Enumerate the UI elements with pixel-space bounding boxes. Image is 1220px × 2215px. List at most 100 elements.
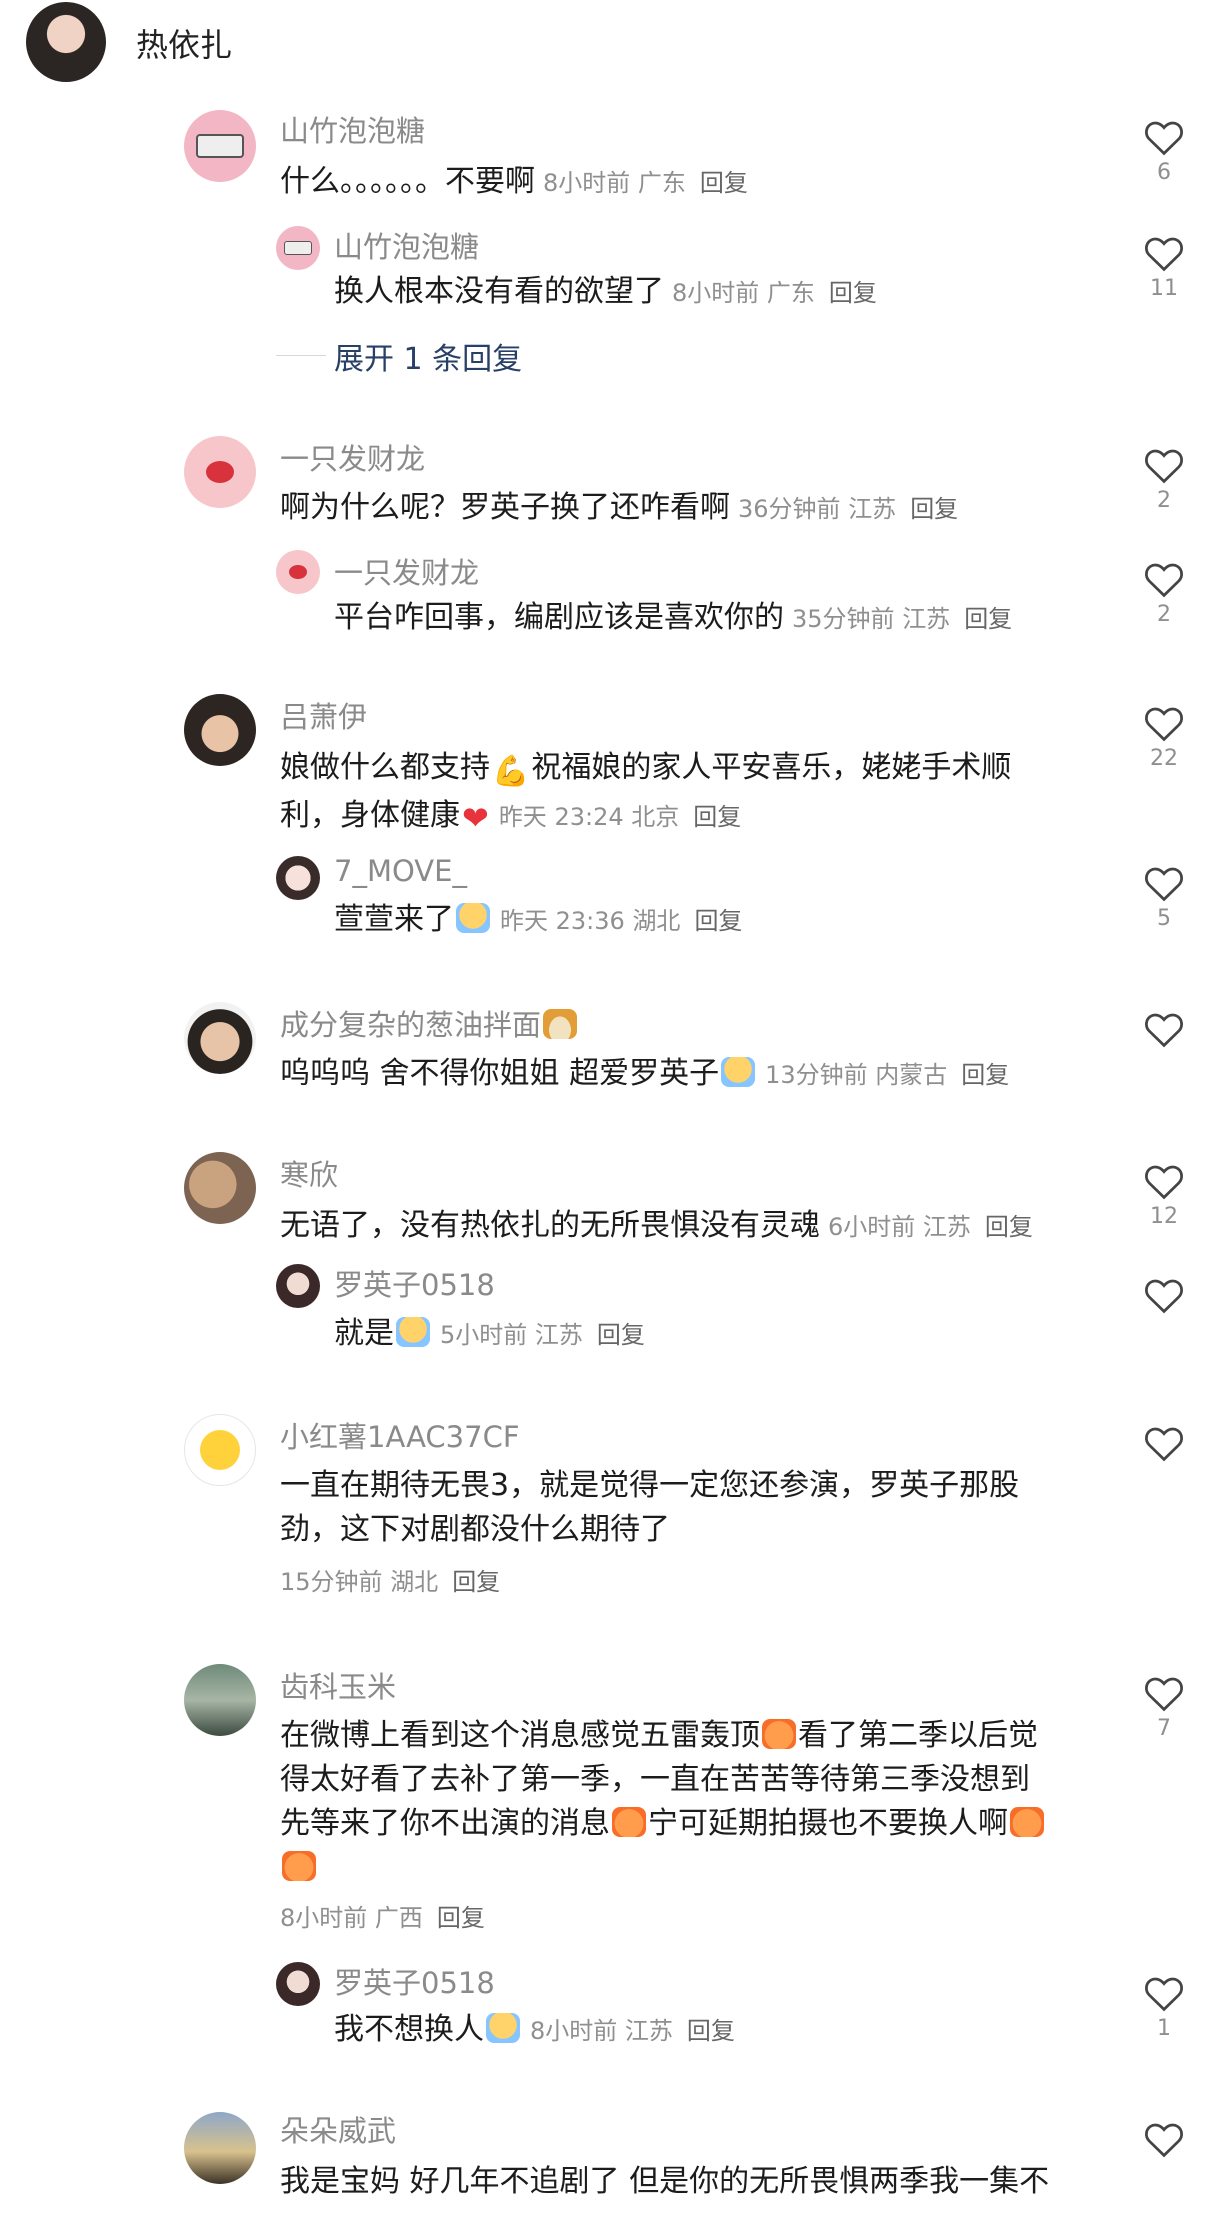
reply-button[interactable]: 回复 xyxy=(687,2017,735,2045)
like-button[interactable] xyxy=(1134,2120,1194,2188)
comment-username[interactable]: 小红薯1AAC37CF xyxy=(280,1414,520,1456)
like-button[interactable] xyxy=(1134,1276,1194,1344)
comment-username[interactable]: 齿科玉米 xyxy=(280,1664,396,1706)
angry-cat-emoji xyxy=(762,1719,796,1749)
heart-outline-icon xyxy=(1145,1013,1183,1048)
like-button[interactable]: 1 xyxy=(1134,1974,1194,2042)
avatar[interactable] xyxy=(184,1002,256,1074)
reply-text: 平台咋回事，编剧应该是喜欢你的 35分钟前 江苏 回复 xyxy=(334,600,1013,635)
reply-text: 换人根本没有看的欲望了 8小时前 广东 回复 xyxy=(334,274,877,309)
comment-text: 呜呜呜 舍不得你姐姐 超爱罗英子 13分钟前 内蒙古 回复 xyxy=(280,1056,1010,1091)
comment-meta: 36分钟前 江苏 回复 xyxy=(738,495,959,523)
heart-outline-icon xyxy=(1145,563,1183,598)
like-button[interactable]: 2 xyxy=(1134,446,1194,514)
comment-text: 无语了，没有热依扎的无所畏惧没有灵魂 6小时前 江苏 回复 xyxy=(280,1208,1033,1243)
avatar[interactable] xyxy=(184,110,256,182)
crying-emoji xyxy=(456,903,490,933)
reply-button[interactable]: 回复 xyxy=(693,803,741,831)
avatar[interactable] xyxy=(276,550,320,594)
comment-meta: 8小时前 广西 回复 xyxy=(280,1904,485,1932)
like-button[interactable]: 22 xyxy=(1134,704,1194,772)
like-count xyxy=(1134,1052,1194,1078)
reply-username[interactable]: 一只发财龙 xyxy=(334,550,479,592)
comment-username[interactable]: 寒欣 xyxy=(280,1152,338,1194)
avatar[interactable] xyxy=(184,694,256,766)
reply-text: 我不想换人 8小时前 江苏 回复 xyxy=(334,2012,735,2047)
comment-username[interactable]: 一只发财龙 xyxy=(280,436,425,478)
avatar[interactable] xyxy=(184,2112,256,2184)
heart-outline-icon xyxy=(1145,237,1183,272)
reply-text: 就是 5小时前 江苏 回复 xyxy=(334,1316,645,1351)
heart-outline-icon xyxy=(1145,1427,1183,1462)
reply-button[interactable]: 回复 xyxy=(829,279,877,307)
like-button[interactable]: 2 xyxy=(1134,560,1194,628)
comment-meta: 昨天 23:24 北京 回复 xyxy=(498,803,742,831)
crying-emoji xyxy=(396,1317,430,1347)
comment-username[interactable]: 吕萧伊 xyxy=(280,694,367,736)
reply-text: 萱萱来了 昨天 23:36 湖北 回复 xyxy=(334,902,743,937)
heart-outline-icon xyxy=(1145,1677,1183,1712)
heart-outline-icon xyxy=(1145,707,1183,742)
avatar[interactable] xyxy=(184,1664,256,1736)
reply-button[interactable]: 回复 xyxy=(964,605,1012,633)
reply-meta: 5小时前 江苏 回复 xyxy=(440,1321,645,1349)
flexed-arm-emoji: 💪 xyxy=(492,754,530,789)
like-count: 6 xyxy=(1157,160,1171,185)
avatar[interactable] xyxy=(276,1264,320,1308)
reply-button[interactable]: 回复 xyxy=(961,1061,1009,1089)
comment-username[interactable]: 朵朵威武 xyxy=(280,2108,396,2150)
angry-cat-emoji xyxy=(612,1807,646,1837)
like-button[interactable] xyxy=(1134,1424,1194,1492)
avatar[interactable] xyxy=(184,1414,256,1486)
avatar[interactable] xyxy=(184,436,256,508)
comment-text: 什么。。。。。。不要啊 8小时前 广东 回复 xyxy=(280,164,748,199)
like-button[interactable]: 11 xyxy=(1134,234,1194,302)
reply-button[interactable]: 回复 xyxy=(452,1568,500,1596)
like-button[interactable]: 12 xyxy=(1134,1162,1194,1230)
heart-outline-icon xyxy=(1145,2123,1183,2158)
crying-emoji xyxy=(486,2013,520,2043)
angry-cat-emoji xyxy=(282,1851,316,1881)
like-count xyxy=(1134,1466,1194,1492)
like-button[interactable]: 5 xyxy=(1134,864,1194,932)
avatar[interactable] xyxy=(276,1962,320,2006)
expand-divider xyxy=(276,355,326,356)
reply-username[interactable]: 山竹泡泡糖 xyxy=(334,224,479,266)
heart-outline-icon xyxy=(1145,1977,1183,2012)
comment-meta: 8小时前 广东 回复 xyxy=(543,169,748,197)
like-count: 2 xyxy=(1157,602,1171,627)
reply-button[interactable]: 回复 xyxy=(694,907,742,935)
heart-outline-icon xyxy=(1145,121,1183,156)
reply-username[interactable]: 罗英子0518 xyxy=(334,1960,495,2002)
post-author-name[interactable]: 热依扎 xyxy=(136,20,232,66)
heart-outline-icon xyxy=(1145,867,1183,902)
reply-button[interactable]: 回复 xyxy=(700,169,748,197)
like-button[interactable]: 7 xyxy=(1134,1674,1194,1742)
like-count: 12 xyxy=(1150,1204,1178,1229)
avatar[interactable] xyxy=(276,226,320,270)
comment-text: 娘做什么都支持💪祝福娘的家人平安喜乐，姥姥手术顺 利，身体健康❤ 昨天 23:24… xyxy=(280,746,1080,840)
comment-meta: 13分钟前 内蒙古 回复 xyxy=(765,1061,1010,1089)
reply-button[interactable]: 回复 xyxy=(437,1904,485,1932)
comment-username[interactable]: 山竹泡泡糖 xyxy=(280,108,425,150)
comment-meta: 6小时前 江苏 回复 xyxy=(828,1213,1033,1241)
comment-username[interactable]: 成分复杂的葱油拌面 xyxy=(280,1002,579,1044)
avatar[interactable] xyxy=(184,1152,256,1224)
heart-outline-icon xyxy=(1145,1279,1183,1314)
like-button[interactable] xyxy=(1134,1010,1194,1078)
avatar[interactable] xyxy=(276,856,320,900)
reply-button[interactable]: 回复 xyxy=(910,495,958,523)
reply-meta: 8小时前 江苏 回复 xyxy=(530,2017,735,2045)
heart-outline-icon xyxy=(1145,449,1183,484)
reply-button[interactable]: 回复 xyxy=(985,1213,1033,1241)
comment-text: 我是宝妈 好几年不追剧了 但是你的无所畏惧两季我一集不 xyxy=(280,2164,1050,2199)
post-author-avatar[interactable] xyxy=(26,2,106,82)
like-count xyxy=(1134,1318,1194,1344)
expand-replies-button[interactable]: 展开 1 条回复 xyxy=(334,334,522,378)
like-count: 7 xyxy=(1157,1716,1171,1741)
reply-username[interactable]: 7_MOVE_ xyxy=(334,854,467,888)
reply-username[interactable]: 罗英子0518 xyxy=(334,1262,495,1304)
comment-text: 一直在期待无畏3，就是觉得一定您还参演，罗英子那股 劲，这下对剧都没什么期待了 xyxy=(280,1468,1020,1547)
reply-button[interactable]: 回复 xyxy=(597,1321,645,1349)
like-button[interactable]: 6 xyxy=(1134,118,1194,186)
